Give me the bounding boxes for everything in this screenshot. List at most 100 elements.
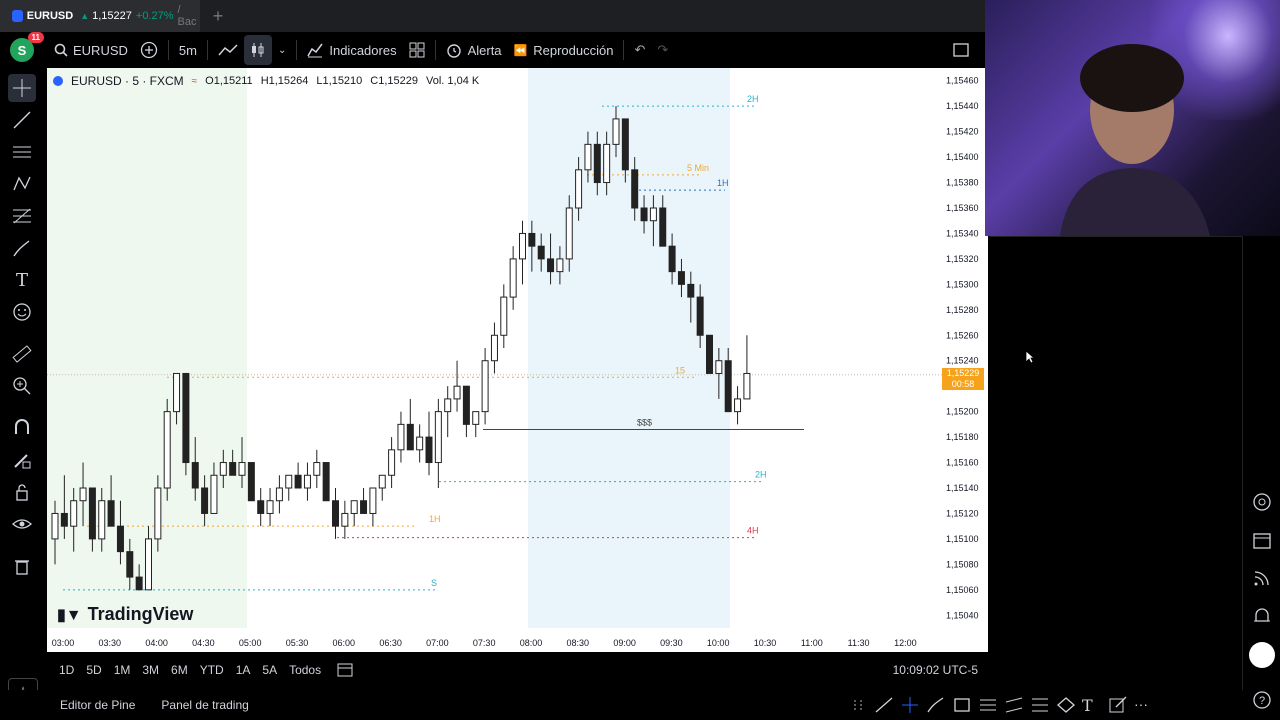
candles-chart-button[interactable] — [243, 35, 272, 65]
drag-handle-icon[interactable] — [848, 696, 868, 714]
candle-body — [51, 512, 59, 540]
range-button[interactable]: 1A — [236, 663, 251, 677]
range-button[interactable]: 1M — [114, 663, 131, 677]
lines-icon[interactable] — [978, 696, 998, 714]
rectangle-icon[interactable] — [952, 696, 972, 714]
pattern-tool[interactable] — [8, 170, 36, 198]
price-tick-label: 1,15060 — [946, 585, 979, 595]
candle-body — [285, 474, 293, 489]
zoom-tool[interactable] — [8, 372, 36, 400]
candle-body — [659, 207, 667, 247]
alert-button[interactable]: Alerta — [440, 35, 508, 65]
more-icon[interactable]: ··· — [1134, 696, 1154, 714]
time-tick-label: 10:30 — [754, 638, 777, 648]
range-button[interactable]: Todos — [289, 663, 321, 677]
delete-tool[interactable] — [8, 552, 36, 580]
target-icon[interactable] — [1252, 492, 1272, 512]
fullscreen-button[interactable] — [947, 35, 975, 65]
visibility-tool[interactable] — [8, 510, 36, 538]
trash-icon — [15, 560, 29, 575]
apps-grid-icon[interactable] — [1249, 642, 1275, 668]
line-chart-button[interactable] — [212, 35, 244, 65]
text-icon[interactable]: T — [1082, 696, 1102, 715]
interval-button[interactable]: 5m — [173, 35, 203, 65]
symbol-search[interactable]: EURUSD — [48, 35, 134, 65]
tab-symbol: EURUSD — [26, 10, 74, 22]
shape-icon[interactable] — [1056, 696, 1076, 714]
ruler-icon — [12, 345, 32, 363]
text-tool[interactable]: T — [8, 266, 36, 294]
indicators-button[interactable]: Indicadores — [301, 35, 402, 65]
grid-icon — [409, 42, 425, 58]
channel-icon[interactable] — [1004, 696, 1024, 714]
time-tick-label: 03:30 — [99, 638, 122, 648]
bell-icon[interactable] — [1252, 606, 1272, 626]
undo-icon: ↶ — [634, 42, 646, 57]
candle-body — [275, 487, 283, 502]
range-button[interactable]: 5D — [86, 663, 101, 677]
candle-body — [649, 207, 657, 222]
level-2h-mid-label: 2H — [755, 470, 767, 480]
crosshair-tool[interactable] — [8, 74, 36, 102]
trendline-icon[interactable] — [874, 696, 894, 714]
browser-tab[interactable]: EURUSD ▲ 1,15227 +0.27% / Bac — [0, 0, 200, 32]
range-button[interactable]: 1D — [59, 663, 74, 677]
candle-body — [341, 512, 349, 527]
fibonacci-icon[interactable] — [1030, 696, 1050, 714]
undo-button[interactable]: ↶ — [628, 35, 651, 65]
help-icon[interactable]: ? — [1252, 690, 1272, 710]
search-icon — [54, 43, 68, 57]
symbol-label: EURUSD — [73, 42, 128, 58]
price-tick-label: 1,15400 — [946, 152, 979, 162]
divider — [296, 40, 298, 60]
replay-button[interactable]: ⏪ Reproducción — [508, 35, 620, 65]
candlestick-chart[interactable]: 1,15460 1,15440 1,15420 1,15400 1,15380 1,153… — [47, 68, 988, 652]
avatar[interactable]: S 11 — [10, 32, 44, 62]
trading-panel-tab[interactable]: Panel de trading — [161, 698, 248, 712]
range-button[interactable]: YTD — [200, 663, 224, 677]
rewind-icon: ⏪ — [513, 44, 528, 57]
feed-icon[interactable] — [1252, 568, 1272, 588]
up-arrow-icon: ▲ — [80, 11, 90, 21]
compare-plus-button[interactable] — [134, 35, 164, 65]
avatar-letter: S — [17, 42, 27, 58]
candle-body — [556, 258, 564, 273]
brush-icon[interactable] — [926, 696, 946, 714]
pine-editor-tab[interactable]: Editor de Pine — [60, 698, 135, 712]
range-button[interactable]: 6M — [171, 663, 188, 677]
time-tick-label: 05:30 — [286, 638, 309, 648]
level-1h-top-label: 1H — [717, 178, 729, 188]
redo-button[interactable]: ↷ — [651, 35, 674, 65]
candle-body — [378, 474, 386, 489]
range-button[interactable]: 5A — [262, 663, 277, 677]
range-button[interactable]: 3M — [142, 663, 159, 677]
chart-pane[interactable]: 1,15460 1,15440 1,15420 1,15400 1,15380 1,153… — [47, 68, 988, 652]
chart-type-dropdown[interactable]: ⌄ — [272, 35, 292, 65]
candle-body — [509, 258, 517, 298]
horizontal-lines-tool[interactable] — [8, 138, 36, 166]
utc-clock[interactable]: 10:09:02 UTC-5 — [893, 663, 978, 677]
emoji-tool[interactable] — [8, 298, 36, 326]
layouts-button[interactable] — [403, 35, 431, 65]
brush-tool[interactable] — [8, 234, 36, 262]
text-icon: T — [15, 269, 28, 291]
new-tab-plus-icon[interactable]: + — [208, 6, 228, 26]
trendline-tool[interactable] — [8, 106, 36, 134]
magnet-tool[interactable] — [8, 414, 36, 442]
candle-body — [668, 245, 676, 273]
goto-date-button[interactable] — [337, 661, 353, 680]
stay-drawing-tool[interactable] — [8, 446, 36, 474]
candle-body — [603, 143, 611, 184]
calendar-icon[interactable] — [1252, 530, 1272, 550]
side-panel — [990, 236, 1242, 691]
lock-tool[interactable] — [8, 478, 36, 506]
time-tick-label: 07:30 — [473, 638, 496, 648]
ruler-tool[interactable] — [8, 340, 36, 368]
candle-body — [519, 232, 526, 260]
edit-icon[interactable] — [1108, 696, 1128, 714]
candle-body — [210, 474, 218, 514]
candle-body — [528, 232, 536, 247]
fib-tool[interactable] — [8, 202, 36, 230]
crosshair-icon[interactable] — [900, 696, 920, 714]
brand-name: TradingView — [87, 604, 194, 624]
